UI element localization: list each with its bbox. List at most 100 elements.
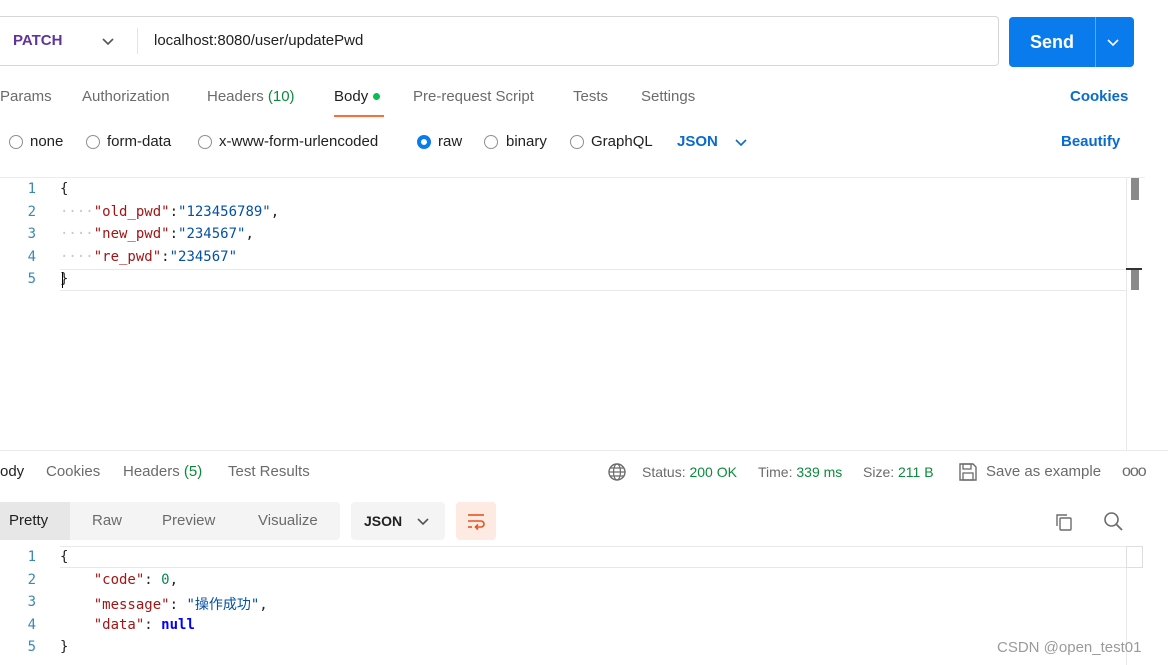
tab-body[interactable]: Body bbox=[334, 86, 381, 108]
response-code-line: "message": "操作成功", bbox=[93, 597, 268, 613]
code-line[interactable]: { bbox=[60, 181, 68, 197]
more-options-icon[interactable]: ooo bbox=[1122, 461, 1147, 483]
radio-circle[interactable] bbox=[198, 135, 212, 149]
status-label: Status: bbox=[642, 464, 686, 480]
copy-icon[interactable] bbox=[1053, 511, 1075, 533]
open-brace: { bbox=[60, 549, 69, 565]
tab-label: Headers bbox=[123, 463, 180, 480]
chevron-down-icon[interactable] bbox=[1105, 34, 1121, 50]
editor-scrollbar-track[interactable] bbox=[1126, 178, 1127, 450]
json-key: "new_pwd" bbox=[93, 226, 170, 242]
wrap-lines-icon[interactable] bbox=[466, 511, 486, 531]
tab-label: Settings bbox=[641, 88, 696, 105]
chevron-down-icon[interactable] bbox=[100, 33, 116, 49]
response-format-label[interactable]: JSON bbox=[364, 502, 402, 540]
globe-icon[interactable] bbox=[607, 462, 627, 482]
beautify-button[interactable]: Beautify bbox=[1061, 131, 1120, 153]
headers-count: (10) bbox=[267, 88, 295, 105]
chevron-down-icon[interactable] bbox=[415, 513, 431, 529]
line-number: 1 bbox=[27, 549, 36, 565]
response-code-line: { bbox=[60, 549, 68, 565]
radio-label: none bbox=[30, 133, 64, 150]
tab-pre-request-script[interactable]: Pre-request Script bbox=[413, 86, 534, 108]
indent-guide: ···· bbox=[60, 204, 94, 220]
radio-label: form-data bbox=[107, 133, 172, 150]
send-button-label[interactable]: Send bbox=[1009, 17, 1095, 67]
view-visualize-button[interactable]: Visualize bbox=[258, 502, 318, 540]
status-readout: Status: 200 OK bbox=[642, 461, 737, 483]
chevron-down-icon[interactable] bbox=[733, 134, 749, 150]
json-key: "data" bbox=[93, 617, 145, 633]
response-scrollbar-thumb[interactable] bbox=[1126, 546, 1143, 568]
response-tab-headers[interactable]: Headers (5) bbox=[123, 461, 202, 483]
active-line-highlight bbox=[60, 269, 1126, 291]
json-value: null bbox=[161, 617, 195, 633]
size-readout: Size: 211 B bbox=[863, 461, 934, 483]
active-line-highlight bbox=[60, 546, 1126, 568]
line-number: 5 bbox=[27, 639, 36, 655]
json-key: "message" bbox=[93, 597, 170, 613]
response-code-line: "data": null bbox=[93, 617, 195, 633]
view-raw-button[interactable]: Raw bbox=[92, 502, 122, 540]
url-divider bbox=[137, 28, 138, 54]
json-key: "code" bbox=[93, 572, 145, 588]
response-tab-body[interactable]: ody bbox=[0, 461, 24, 483]
status-value[interactable]: 200 OK bbox=[689, 464, 736, 480]
json-value: "123456789" bbox=[178, 204, 271, 220]
search-icon[interactable] bbox=[1102, 510, 1124, 532]
radio-label: raw bbox=[438, 133, 463, 150]
url-input[interactable]: localhost:8080/user/updatePwd bbox=[154, 16, 363, 66]
line-number: 4 bbox=[27, 617, 36, 633]
line-number: 3 bbox=[27, 594, 36, 610]
raw-format-select[interactable]: JSON bbox=[677, 131, 718, 153]
tab-tests[interactable]: Tests bbox=[573, 86, 608, 108]
tab-label: Authorization bbox=[82, 88, 170, 105]
editor-top-border bbox=[0, 177, 1145, 178]
radio-circle[interactable] bbox=[570, 135, 584, 149]
editor-scrollbar-thumb[interactable] bbox=[1131, 178, 1139, 200]
radio-circle[interactable] bbox=[9, 135, 23, 149]
view-pretty-button[interactable]: Pretty bbox=[9, 502, 48, 540]
tab-params[interactable]: Params bbox=[0, 86, 52, 108]
response-tab-test-results[interactable]: Test Results bbox=[228, 461, 310, 483]
size-value[interactable]: 211 B bbox=[898, 464, 934, 480]
tab-label: Headers bbox=[207, 88, 264, 105]
line-number: 2 bbox=[27, 204, 36, 220]
json-separator: , bbox=[245, 226, 254, 242]
radio-label: binary bbox=[506, 133, 547, 150]
time-value[interactable]: 339 ms bbox=[796, 464, 842, 480]
tab-headers[interactable]: Headers (10) bbox=[207, 86, 295, 108]
time-label: Time: bbox=[758, 464, 793, 480]
cookies-link[interactable]: Cookies bbox=[1070, 86, 1128, 108]
tab-settings[interactable]: Settings bbox=[641, 86, 695, 108]
radio-circle[interactable] bbox=[484, 135, 498, 149]
tab-label: Params bbox=[0, 88, 52, 105]
body-indicator-dot bbox=[373, 92, 381, 100]
line-number: 4 bbox=[27, 249, 36, 265]
save-icon[interactable] bbox=[957, 461, 979, 483]
save-as-example-button[interactable]: Save as example bbox=[986, 461, 1101, 483]
radio-circle-selected[interactable] bbox=[417, 135, 431, 149]
text-cursor bbox=[62, 272, 63, 288]
pane-divider[interactable] bbox=[0, 450, 1168, 451]
tab-label: Body bbox=[334, 88, 369, 105]
time-readout: Time: 339 ms bbox=[758, 461, 842, 483]
json-separator: , bbox=[270, 204, 280, 220]
radio-circle[interactable] bbox=[86, 135, 100, 149]
headers-count: (5) bbox=[183, 463, 203, 480]
method-select[interactable]: PATCH bbox=[13, 16, 62, 66]
view-preview-button[interactable]: Preview bbox=[162, 502, 215, 540]
line-number: 5 bbox=[27, 271, 36, 287]
tab-label: Pre-request Script bbox=[413, 88, 534, 105]
open-brace: { bbox=[60, 181, 69, 197]
line-number: 1 bbox=[27, 181, 36, 197]
code-line[interactable]: ····"re_pwd":"234567" bbox=[60, 249, 237, 265]
watermark: CSDN @open_test01 bbox=[997, 639, 1142, 656]
json-value: "234567" bbox=[169, 249, 238, 265]
tab-authorization[interactable]: Authorization bbox=[82, 86, 170, 108]
response-tab-cookies[interactable]: Cookies bbox=[46, 461, 100, 483]
tab-label: Tests bbox=[573, 88, 609, 105]
indent-guide: ···· bbox=[60, 249, 94, 265]
code-line[interactable]: ····"new_pwd":"234567", bbox=[60, 226, 254, 242]
code-line[interactable]: ····"old_pwd":"123456789", bbox=[60, 204, 279, 220]
